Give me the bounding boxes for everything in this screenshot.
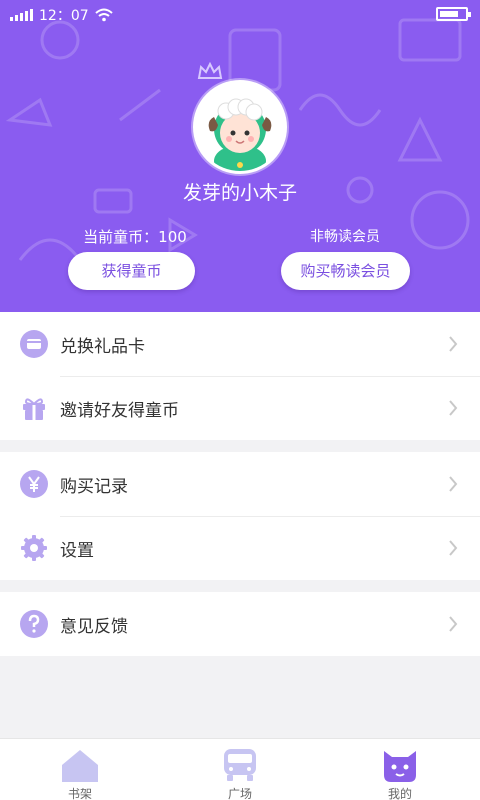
question-icon — [20, 610, 48, 638]
chevron-right-icon — [449, 540, 458, 556]
crown-icon — [197, 62, 223, 79]
menu-group-account: 购买记录 设置 — [0, 452, 480, 580]
username: 发芽的小木子 — [182, 182, 297, 204]
menu-item-label: 兑换礼品卡 — [60, 337, 145, 357]
chevron-right-icon — [449, 336, 458, 352]
card-icon — [20, 330, 48, 358]
menu-item-label: 购买记录 — [60, 477, 128, 497]
chevron-right-icon — [449, 476, 458, 492]
buy-vip-button[interactable]: 购买畅读会员 — [281, 252, 410, 290]
profile-header: 12：07 发芽的小木子 当前童币：100 非畅读会员 获得童币 购买畅读会员 — [0, 0, 480, 312]
chevron-right-icon — [449, 616, 458, 632]
bottom-tab-bar: 书架 广场 我的 — [0, 738, 480, 800]
sheep-avatar-icon — [196, 83, 284, 171]
chevron-right-icon — [449, 400, 458, 416]
gear-icon — [21, 535, 47, 561]
vip-status-label: 非畅读会员 — [310, 229, 380, 245]
menu-group-support: 意见反馈 — [0, 592, 480, 656]
tab-label: 书架 — [67, 787, 92, 800]
house-icon — [62, 750, 98, 782]
menu-item-label: 设置 — [60, 541, 94, 561]
menu-item-purchase-history[interactable]: 购买记录 — [0, 452, 480, 516]
menu-group-rewards: 兑换礼品卡 邀请好友得童币 — [0, 312, 480, 440]
bus-icon — [224, 749, 256, 781]
menu-item-feedback[interactable]: 意见反馈 — [0, 592, 480, 656]
battery-icon — [436, 7, 471, 21]
status-bar: 12：07 — [0, 0, 480, 28]
menu-item-label: 意见反馈 — [60, 617, 128, 637]
tab-mine[interactable]: 我的 — [320, 739, 480, 800]
wifi-icon — [94, 8, 113, 22]
monster-icon — [384, 751, 416, 782]
tab-label: 我的 — [387, 787, 412, 800]
tab-bookshelf[interactable]: 书架 — [0, 739, 160, 800]
menu-item-invite-friends[interactable]: 邀请好友得童币 — [0, 376, 480, 440]
menu-item-label: 邀请好友得童币 — [60, 401, 179, 421]
get-coins-button[interactable]: 获得童币 — [68, 252, 195, 290]
menu-item-settings[interactable]: 设置 — [0, 516, 480, 580]
tab-plaza[interactable]: 广场 — [160, 739, 320, 800]
signal-icon — [10, 9, 33, 21]
avatar[interactable] — [193, 80, 287, 174]
yen-icon — [20, 470, 48, 498]
coin-balance-label: 当前童币：100 — [83, 228, 187, 246]
tab-label: 广场 — [227, 787, 252, 800]
gift-icon — [23, 398, 45, 420]
status-time: 12：07 — [39, 8, 89, 24]
menu-item-redeem-gift-card[interactable]: 兑换礼品卡 — [0, 312, 480, 376]
